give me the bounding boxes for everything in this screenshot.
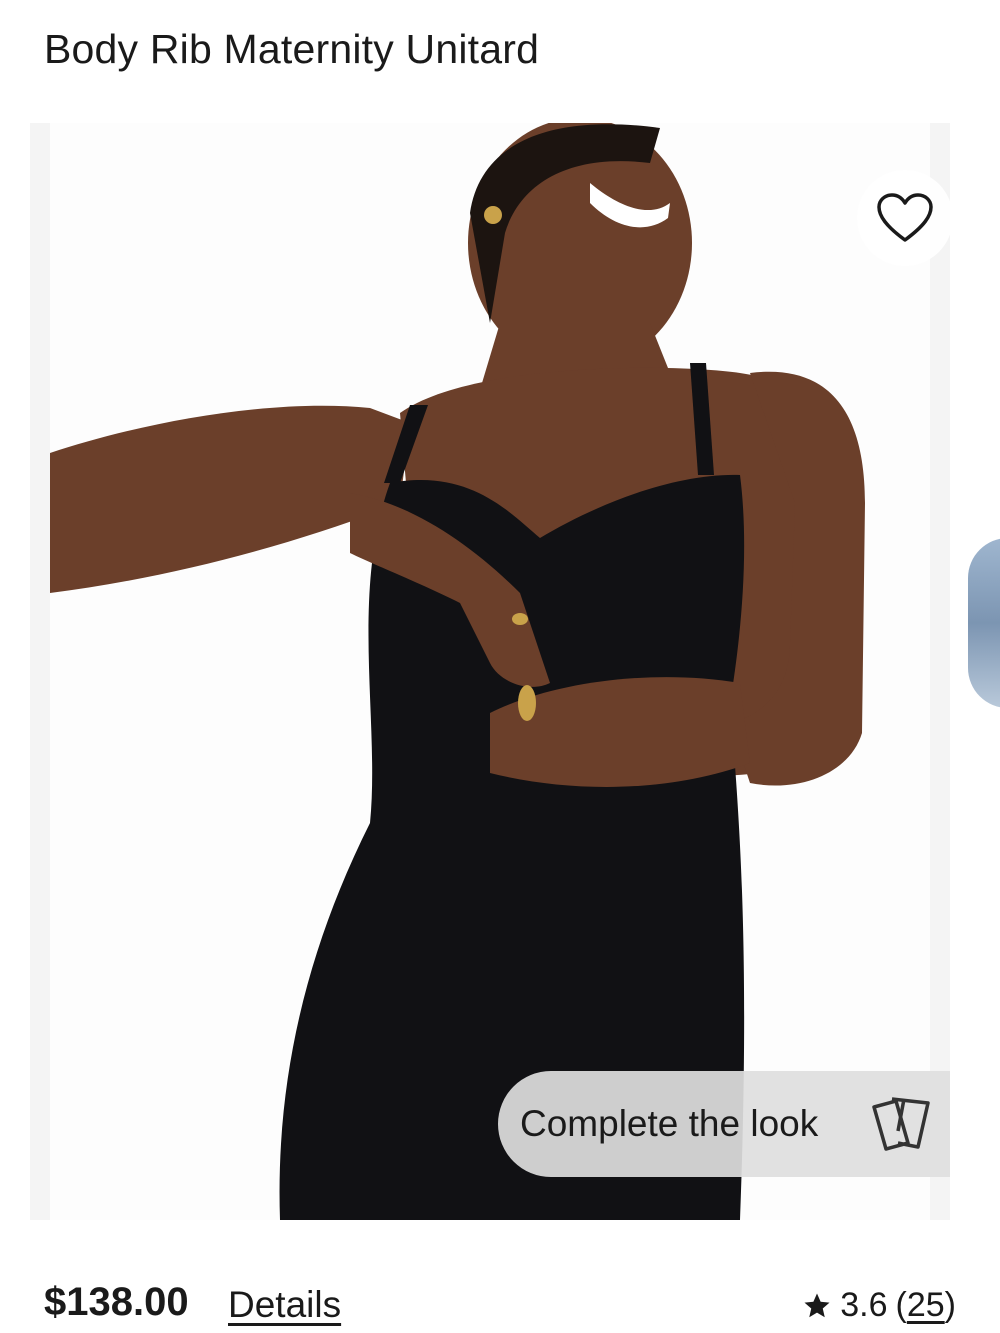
model-illustration bbox=[50, 123, 865, 1220]
rating-close-paren: ) bbox=[944, 1286, 956, 1324]
star-icon bbox=[804, 1293, 830, 1317]
product-page: Body Rib Maternity Unitard Complete the … bbox=[0, 0, 1000, 1333]
review-count-link[interactable]: (25) bbox=[896, 1286, 956, 1325]
next-image-peek[interactable] bbox=[968, 538, 1000, 708]
product-image-carousel[interactable] bbox=[30, 123, 950, 1220]
details-link[interactable]: Details bbox=[228, 1284, 341, 1326]
cards-icon bbox=[868, 1093, 934, 1158]
product-price: $138.00 bbox=[44, 1280, 189, 1324]
heart-outline-icon bbox=[877, 193, 933, 242]
complete-the-look-button[interactable]: Complete the look bbox=[498, 1071, 950, 1177]
rating-open-paren: ( bbox=[895, 1286, 907, 1324]
product-rating: 3.6 (25) bbox=[802, 1286, 956, 1325]
complete-the-look-label: Complete the look bbox=[520, 1103, 819, 1144]
review-count[interactable]: 25 bbox=[907, 1286, 945, 1324]
product-photo[interactable] bbox=[50, 123, 930, 1220]
favorite-button[interactable] bbox=[857, 170, 953, 266]
price-row: $138.00 Details 3.6 (25) bbox=[44, 1280, 964, 1330]
product-title: Body Rib Maternity Unitard bbox=[44, 26, 540, 72]
rating-value: 3.6 bbox=[840, 1286, 888, 1324]
